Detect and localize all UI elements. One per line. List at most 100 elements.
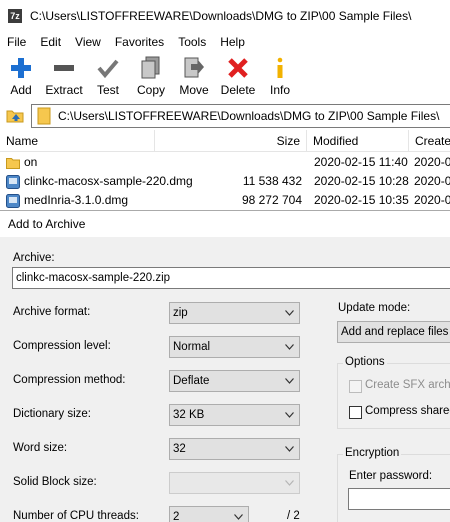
cpu-threads-value: 2 <box>173 511 180 522</box>
file-modified: 2020-02-15 10:28 <box>314 174 409 188</box>
solid-block-size-label: Solid Block size: <box>13 476 97 488</box>
move-icon <box>182 56 206 80</box>
chevron-down-icon <box>285 446 294 452</box>
move-label: Move <box>179 83 209 97</box>
archive-format-label: Archive format: <box>13 306 91 318</box>
file-list-header: Name Size Modified Created <box>0 130 450 152</box>
cpu-threads-select[interactable]: 2 <box>169 506 249 522</box>
compression-level-value: Normal <box>173 341 211 353</box>
toolbar: Add Extract Test Copy Move Delete Info <box>0 52 450 100</box>
password-input[interactable] <box>348 488 450 510</box>
extract-label: Extract <box>45 83 83 97</box>
update-mode-select[interactable]: Add and replace files <box>337 321 450 343</box>
menu-file[interactable]: File <box>0 33 33 51</box>
menu-bar: File Edit View Favorites Tools Help <box>0 32 450 52</box>
archive-label: Archive: <box>13 252 55 264</box>
column-size[interactable]: Size <box>155 130 307 152</box>
archive-path-input[interactable]: clinkc-macosx-sample-220.zip <box>12 267 450 289</box>
dictionary-size-select[interactable]: 32 KB <box>169 404 300 426</box>
file-name-cell: medInria-3.1.0.dmg <box>6 191 128 210</box>
dialog-title: Add to Archive <box>0 211 450 237</box>
file-size: 11 538 432 <box>242 174 302 188</box>
word-size-label: Word size: <box>13 442 68 454</box>
file-created: 2020-0 <box>414 193 450 207</box>
menu-help[interactable]: Help <box>213 33 252 51</box>
folder-icon <box>37 107 51 125</box>
solid-block-size-select[interactable] <box>169 472 300 494</box>
compression-method-label: Compression method: <box>13 374 126 386</box>
address-bar[interactable]: C:\Users\LISTOFFREEWARE\Downloads\DMG to… <box>31 104 450 128</box>
update-mode-value: Add and replace files <box>341 326 449 338</box>
extract-button[interactable]: Extract <box>42 52 86 98</box>
file-name: medInria-3.1.0.dmg <box>24 193 129 207</box>
move-button[interactable]: Move <box>172 52 216 98</box>
column-name[interactable]: Name <box>0 130 155 152</box>
app-icon: 7z <box>8 9 22 23</box>
enter-password-label: Enter password: <box>349 470 433 482</box>
file-row[interactable]: medInria-3.1.0.dmg 98 272 704 2020-02-15… <box>0 191 450 210</box>
delete-button[interactable]: Delete <box>216 52 260 98</box>
cpu-threads-label: Number of CPU threads: <box>13 510 139 522</box>
test-button[interactable]: Test <box>86 52 130 98</box>
menu-tools[interactable]: Tools <box>171 33 213 51</box>
add-button[interactable]: Add <box>0 52 42 98</box>
file-row[interactable]: clinkc-macosx-sample-220.dmg 11 538 432 … <box>0 172 450 191</box>
file-name: on <box>24 155 38 169</box>
delete-x-icon <box>226 56 250 80</box>
menu-edit[interactable]: Edit <box>33 33 68 51</box>
address-path: C:\Users\LISTOFFREEWARE\Downloads\DMG to… <box>58 109 440 123</box>
encryption-group-title: Encryption <box>343 447 402 459</box>
folder-up-button[interactable] <box>4 104 26 126</box>
file-modified: 2020-02-15 11:40 <box>314 155 408 169</box>
title-bar: 7z C:\Users\LISTOFFREEWARE\Downloads\DMG… <box>0 0 450 32</box>
create-sfx-checkbox[interactable] <box>349 380 362 393</box>
archive-format-select[interactable]: zip <box>169 302 300 324</box>
file-modified: 2020-02-15 10:35 <box>314 193 409 207</box>
menu-view[interactable]: View <box>68 33 108 51</box>
options-group <box>337 363 450 429</box>
folder-up-icon <box>6 110 24 123</box>
compress-shared-label: Compress shared f <box>365 405 450 417</box>
file-list: Name Size Modified Created on 2020-02-15… <box>0 130 450 210</box>
file-created: 2020-0 <box>414 174 450 188</box>
chevron-down-icon <box>285 310 294 316</box>
chevron-down-icon <box>285 344 294 350</box>
compression-method-select[interactable]: Deflate <box>169 370 300 392</box>
test-label: Test <box>96 83 119 97</box>
word-size-select[interactable]: 32 <box>169 438 300 460</box>
column-created[interactable]: Created <box>409 130 450 152</box>
dictionary-size-label: Dictionary size: <box>13 408 91 420</box>
info-label: Info <box>269 83 290 97</box>
options-group-title: Options <box>343 356 387 368</box>
file-size: 98 272 704 <box>241 193 302 207</box>
disk-image-icon <box>6 193 20 208</box>
compress-shared-checkbox[interactable] <box>349 406 362 419</box>
dictionary-size-value: 32 KB <box>173 409 205 421</box>
compression-method-value: Deflate <box>173 375 210 387</box>
file-size <box>155 153 302 172</box>
menu-favorites[interactable]: Favorites <box>108 33 171 51</box>
column-modified[interactable]: Modified <box>307 130 409 152</box>
chevron-down-icon <box>285 480 294 486</box>
word-size-value: 32 <box>173 443 186 455</box>
folder-icon <box>6 157 20 169</box>
disk-image-icon <box>6 174 20 189</box>
info-button[interactable]: Info <box>260 52 300 98</box>
file-row[interactable]: on 2020-02-15 11:40 2020-0 <box>0 153 450 172</box>
window-title: C:\Users\LISTOFFREEWARE\Downloads\DMG to… <box>30 9 412 23</box>
address-row: C:\Users\LISTOFFREEWARE\Downloads\DMG to… <box>0 101 450 129</box>
add-label: Add <box>10 83 32 97</box>
chevron-down-icon <box>285 378 294 384</box>
archive-format-value: zip <box>173 307 188 319</box>
delete-label: Delete <box>220 83 256 97</box>
copy-button[interactable]: Copy <box>130 52 172 98</box>
compression-level-select[interactable]: Normal <box>169 336 300 358</box>
chevron-down-icon <box>285 412 294 418</box>
create-sfx-label: Create SFX archiv <box>365 379 450 391</box>
checkmark-icon <box>96 56 120 80</box>
compression-level-label: Compression level: <box>13 340 111 352</box>
file-name-cell: on <box>6 153 37 172</box>
copy-icon <box>139 56 163 80</box>
minus-icon <box>52 56 76 80</box>
info-icon <box>268 56 292 80</box>
